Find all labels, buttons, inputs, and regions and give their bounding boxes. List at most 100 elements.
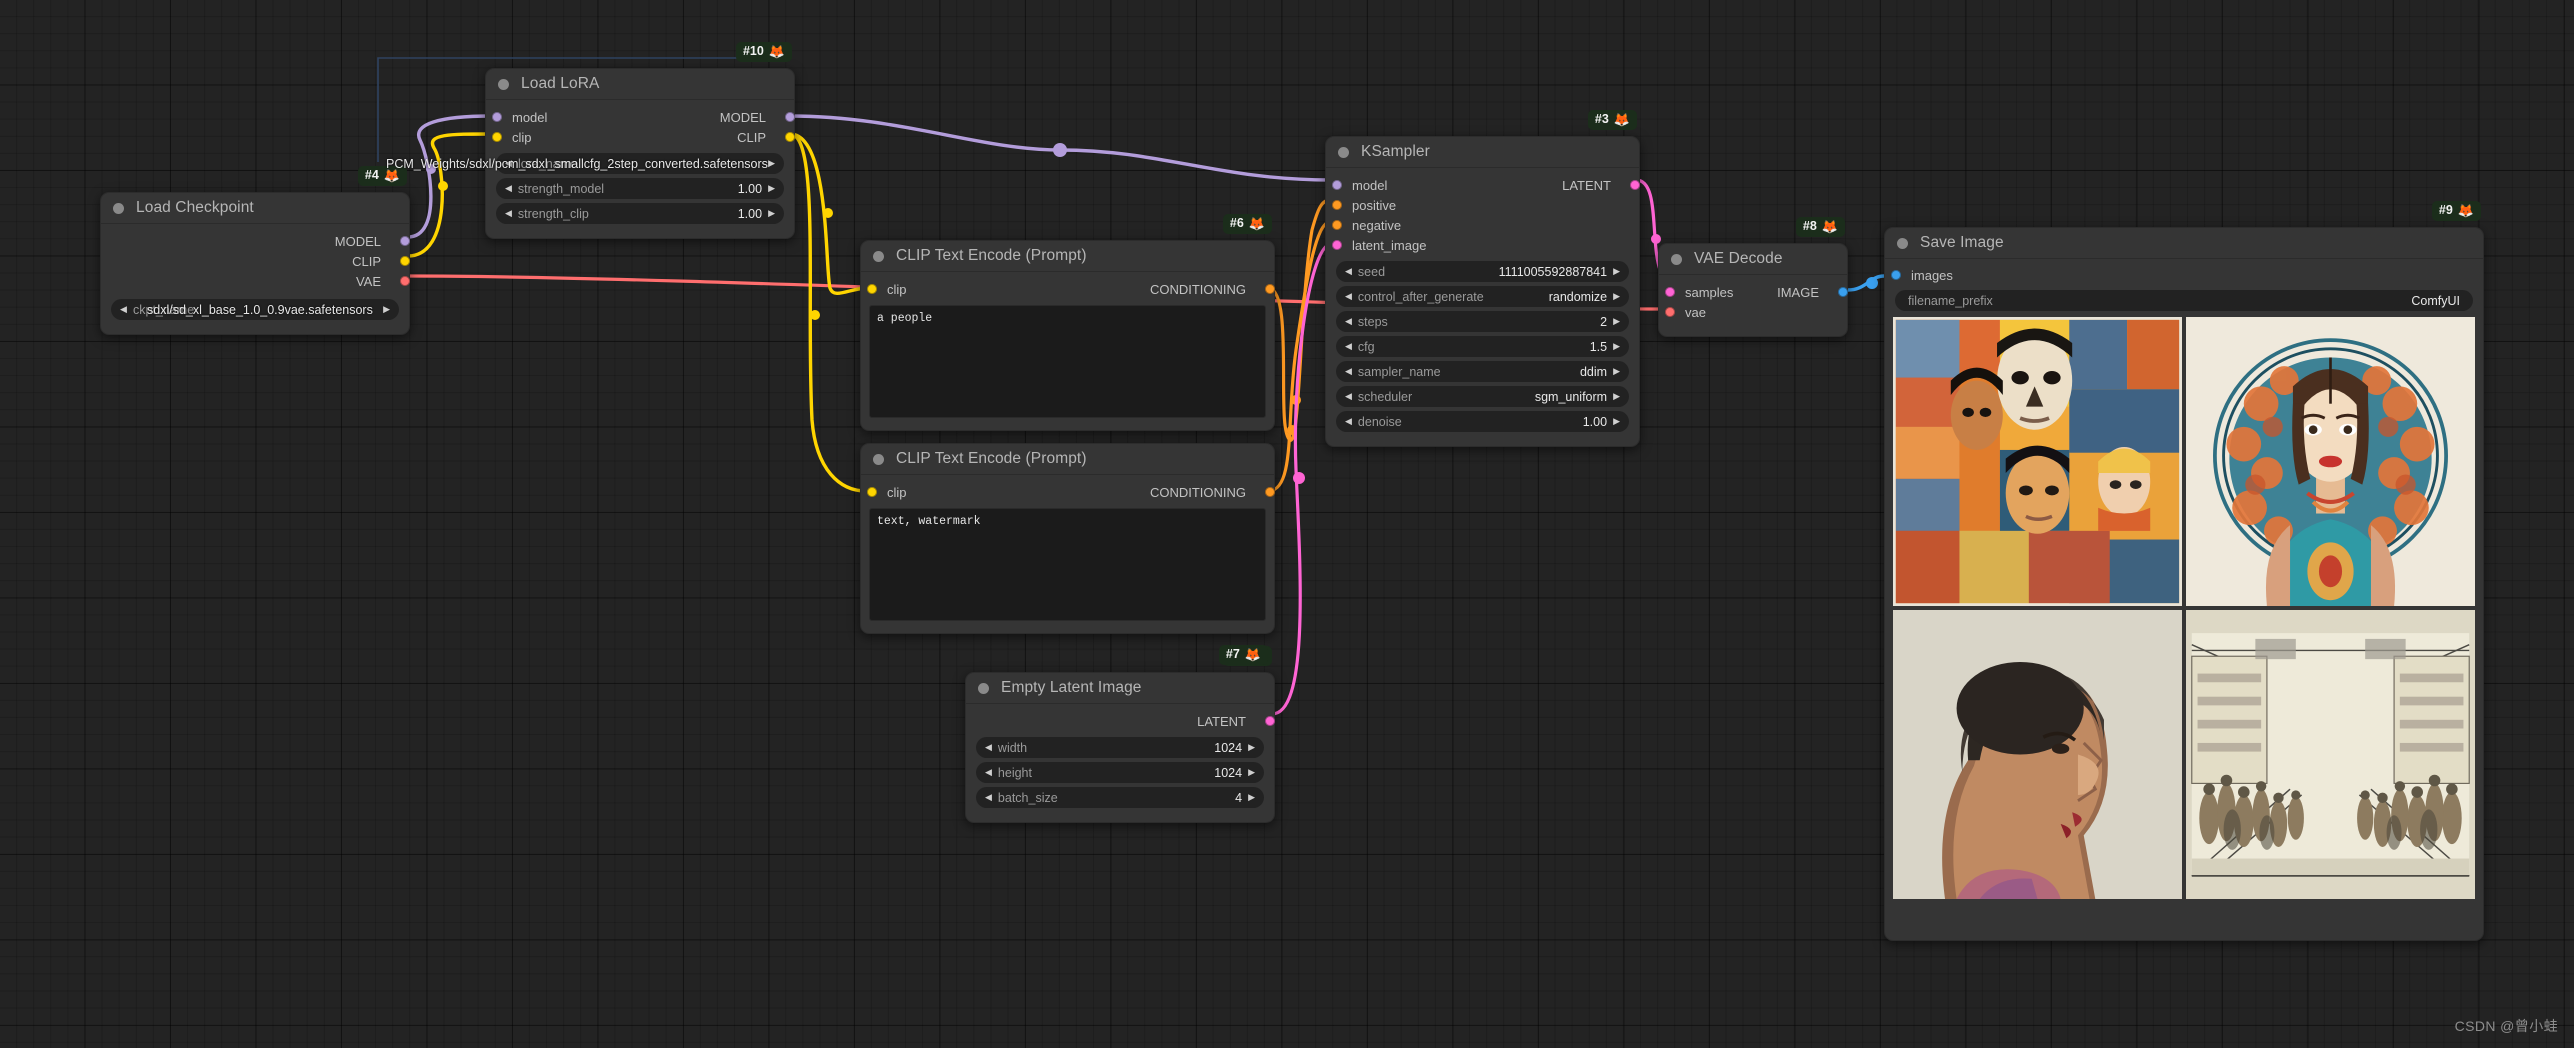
decrement-arrow-icon[interactable]: ◀: [505, 209, 512, 218]
node-save-image[interactable]: #9 🦊 Save Image images filename_prefix C…: [1884, 201, 2484, 941]
decrement-arrow-icon[interactable]: ◀: [985, 743, 992, 752]
node-clip-text-encode-positive[interactable]: #6 🦊 CLIP Text Encode (Prompt) clip COND…: [860, 214, 1275, 431]
vae-port-dot-icon[interactable]: [400, 276, 410, 286]
image-port-dot-icon[interactable]: [1838, 287, 1848, 297]
latent-port-dot-icon[interactable]: [1332, 240, 1342, 250]
increment-arrow-icon[interactable]: ▶: [1248, 768, 1255, 777]
collapse-dot-icon[interactable]: [873, 453, 884, 465]
image-port-dot-icon[interactable]: [1891, 270, 1901, 280]
increment-arrow-icon[interactable]: ▶: [1613, 292, 1620, 301]
node-titlebar[interactable]: CLIP Text Encode (Prompt): [861, 241, 1274, 272]
node-titlebar[interactable]: Save Image: [1885, 228, 2483, 259]
widget-control-after-generate[interactable]: ◀ control_after_generate randomize ▶: [1336, 286, 1629, 307]
output-image-thumb[interactable]: [2186, 317, 2475, 606]
increment-arrow-icon[interactable]: ▶: [1613, 342, 1620, 351]
output-image-thumb[interactable]: [1893, 317, 2182, 606]
input-slot-clip[interactable]: clip: [867, 282, 907, 297]
node-titlebar[interactable]: KSampler: [1326, 137, 1639, 168]
node-load-checkpoint[interactable]: #4 🦊 Load Checkpoint MODEL CLIP VAE ◀ ck…: [100, 166, 410, 335]
collapse-dot-icon[interactable]: [978, 682, 989, 694]
input-slot-model[interactable]: model: [1332, 178, 1387, 193]
conditioning-port-dot-icon[interactable]: [1332, 220, 1342, 230]
increment-arrow-icon[interactable]: ▶: [1613, 417, 1620, 426]
output-image-thumb[interactable]: [2186, 610, 2475, 899]
node-ksampler[interactable]: #3 🦊 KSampler model LATENT positive nega…: [1325, 110, 1640, 447]
widget-cfg[interactable]: ◀ cfg 1.5 ▶: [1336, 336, 1629, 357]
increment-arrow-icon[interactable]: ▶: [1613, 317, 1620, 326]
clip-port-dot-icon[interactable]: [785, 132, 795, 142]
widget-ckpt-name[interactable]: ◀ ckpt_name sdxl/sd_xl_base_1.0_0.9vae.s…: [111, 299, 399, 320]
input-slot-samples[interactable]: samples: [1665, 285, 1733, 300]
widget-strength-clip[interactable]: ◀ strength_clip 1.00 ▶: [496, 203, 784, 224]
vae-port-dot-icon[interactable]: [1665, 307, 1675, 317]
output-slot-model[interactable]: MODEL: [101, 231, 410, 251]
collapse-dot-icon[interactable]: [1671, 253, 1682, 265]
node-titlebar[interactable]: Load LoRA: [486, 69, 794, 100]
clip-port-dot-icon[interactable]: [867, 284, 877, 294]
node-titlebar[interactable]: VAE Decode: [1659, 244, 1847, 275]
increment-arrow-icon[interactable]: ▶: [1613, 392, 1620, 401]
prompt-textarea-negative[interactable]: text, watermark: [869, 508, 1266, 621]
decrement-arrow-icon[interactable]: ◀: [505, 184, 512, 193]
increment-arrow-icon[interactable]: ▶: [1613, 267, 1620, 276]
prompt-textarea-positive[interactable]: a people: [869, 305, 1266, 418]
decrement-arrow-icon[interactable]: ◀: [1345, 367, 1352, 376]
conditioning-port-dot-icon[interactable]: [1265, 487, 1275, 497]
model-port-dot-icon[interactable]: [1332, 180, 1342, 190]
output-slot-conditioning[interactable]: CONDITIONING: [1150, 282, 1275, 297]
widget-height[interactable]: ◀ height 1024 ▶: [976, 762, 1264, 783]
input-slot-vae[interactable]: vae: [1665, 305, 1706, 320]
output-slot-image[interactable]: IMAGE: [1777, 285, 1848, 300]
decrement-arrow-icon[interactable]: ◀: [985, 768, 992, 777]
decrement-arrow-icon[interactable]: ◀: [1345, 342, 1352, 351]
output-slot-latent[interactable]: LATENT: [1562, 178, 1640, 193]
output-slot-clip[interactable]: CLIP: [101, 251, 410, 271]
collapse-dot-icon[interactable]: [498, 78, 509, 90]
node-clip-text-encode-negative[interactable]: #7 🦊 CLIP Text Encode (Prompt) clip COND…: [860, 443, 1275, 665]
increment-arrow-icon[interactable]: ▶: [1248, 793, 1255, 802]
input-slot-model[interactable]: model: [492, 110, 547, 125]
collapse-dot-icon[interactable]: [113, 202, 124, 214]
conditioning-port-dot-icon[interactable]: [1332, 200, 1342, 210]
comfyui-graph-canvas[interactable]: #4 🦊 Load Checkpoint MODEL CLIP VAE ◀ ck…: [0, 0, 2574, 1048]
output-slot-latent[interactable]: LATENT: [966, 711, 1275, 731]
widget-width[interactable]: ◀ width 1024 ▶: [976, 737, 1264, 758]
increment-arrow-icon[interactable]: ▶: [768, 209, 775, 218]
increment-arrow-icon[interactable]: ▶: [768, 159, 775, 168]
widget-steps[interactable]: ◀ steps 2 ▶: [1336, 311, 1629, 332]
widget-sampler-name[interactable]: ◀ sampler_name ddim ▶: [1336, 361, 1629, 382]
widget-scheduler[interactable]: ◀ scheduler sgm_uniform ▶: [1336, 386, 1629, 407]
node-titlebar[interactable]: CLIP Text Encode (Prompt): [861, 444, 1274, 475]
increment-arrow-icon[interactable]: ▶: [383, 305, 390, 314]
clip-port-dot-icon[interactable]: [867, 487, 877, 497]
increment-arrow-icon[interactable]: ▶: [1613, 367, 1620, 376]
increment-arrow-icon[interactable]: ▶: [1248, 743, 1255, 752]
increment-arrow-icon[interactable]: ▶: [768, 184, 775, 193]
latent-port-dot-icon[interactable]: [1665, 287, 1675, 297]
decrement-arrow-icon[interactable]: ◀: [1345, 267, 1352, 276]
collapse-dot-icon[interactable]: [873, 250, 884, 262]
input-slot-negative[interactable]: negative: [1332, 218, 1401, 233]
output-slot-clip[interactable]: CLIP: [737, 130, 795, 145]
node-vae-decode[interactable]: #8 🦊 VAE Decode samples IMAGE vae: [1658, 217, 1848, 337]
node-titlebar[interactable]: Empty Latent Image: [966, 673, 1274, 704]
widget-seed[interactable]: ◀ seed 1111005592887841 ▶: [1336, 261, 1629, 282]
collapse-dot-icon[interactable]: [1338, 146, 1349, 158]
collapse-dot-icon[interactable]: [1897, 237, 1908, 249]
input-slot-clip[interactable]: clip: [492, 130, 532, 145]
decrement-arrow-icon[interactable]: ◀: [985, 793, 992, 802]
decrement-arrow-icon[interactable]: ◀: [120, 305, 127, 314]
node-empty-latent-image[interactable]: #5 🦊 Empty Latent Image LATENT ◀ width 1…: [965, 646, 1275, 823]
input-slot-latent-image[interactable]: latent_image: [1332, 238, 1426, 253]
model-port-dot-icon[interactable]: [400, 236, 410, 246]
output-slot-conditioning[interactable]: CONDITIONING: [1150, 485, 1275, 500]
decrement-arrow-icon[interactable]: ◀: [1345, 292, 1352, 301]
output-image-thumb[interactable]: [1893, 610, 2182, 899]
widget-strength-model[interactable]: ◀ strength_model 1.00 ▶: [496, 178, 784, 199]
widget-filename-prefix[interactable]: filename_prefix ComfyUI: [1895, 290, 2473, 311]
output-slot-vae[interactable]: VAE: [101, 271, 410, 291]
decrement-arrow-icon[interactable]: ◀: [1345, 317, 1352, 326]
decrement-arrow-icon[interactable]: ◀: [1345, 417, 1352, 426]
widget-denoise[interactable]: ◀ denoise 1.00 ▶: [1336, 411, 1629, 432]
model-port-dot-icon[interactable]: [492, 112, 502, 122]
